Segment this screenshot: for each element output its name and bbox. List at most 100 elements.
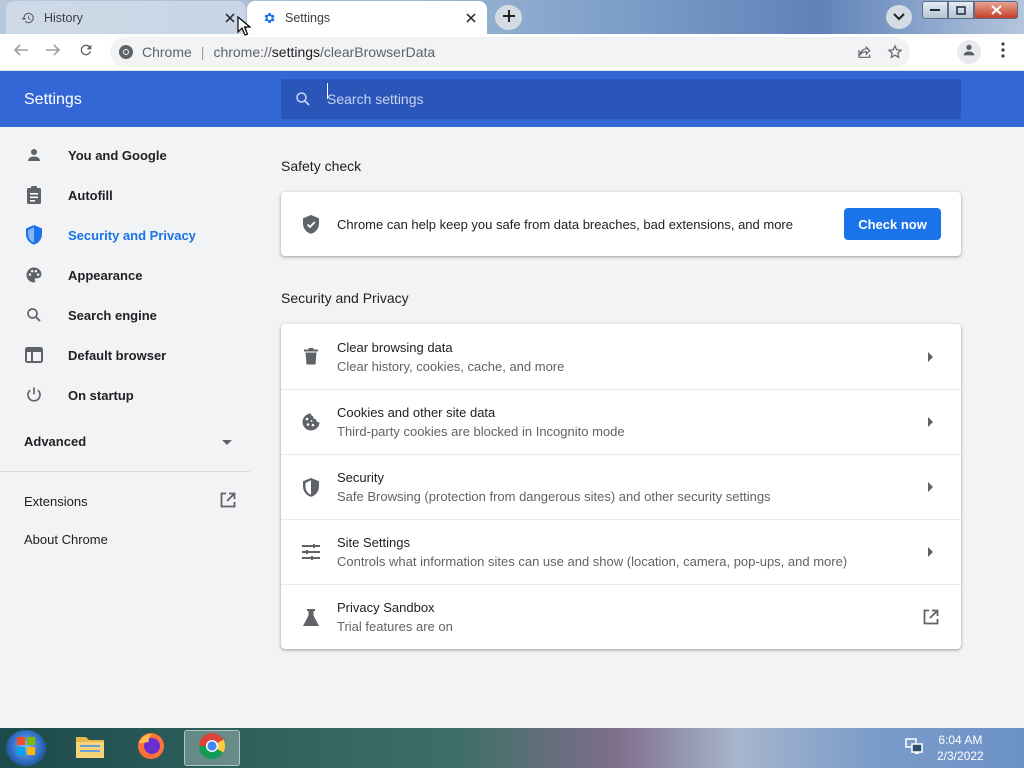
row-clear-browsing-data[interactable]: Clear browsing data Clear history, cooki… [281,324,961,389]
safety-check-text: Chrome can help keep you safe from data … [337,216,793,232]
row-cookies[interactable]: Cookies and other site data Third-party … [281,389,961,454]
sidebar-item-default-browser[interactable]: Default browser [0,335,250,375]
taskbar-chrome[interactable] [184,730,240,766]
kebab-icon [1001,41,1005,63]
system-tray: 6:04 AM 2/3/2022 [905,732,984,764]
section-title-safety-check: Safety check [281,158,362,174]
share-icon[interactable] [854,41,876,63]
search-input[interactable] [327,84,961,114]
arrow-left-icon [13,42,29,63]
new-tab-button[interactable] [495,5,522,30]
shield-icon [24,225,44,245]
page-title: Settings [24,91,82,108]
url-text: chrome://settings/clearBrowserData [213,44,435,60]
extensions-label: Extensions [24,494,88,509]
arrow-right-icon [45,42,61,63]
close-icon[interactable] [222,10,238,26]
minimize-button[interactable] [922,1,948,19]
row-security[interactable]: Security Safe Browsing (protection from … [281,454,961,519]
taskbar-firefox[interactable] [123,730,179,766]
url-path: /clearBrowserData [320,44,436,60]
maximize-button[interactable] [948,1,974,19]
close-icon[interactable] [463,10,479,26]
separator: | [200,44,205,60]
taskbar-file-explorer[interactable] [62,730,118,766]
address-bar[interactable]: Chrome | chrome://settings/clearBrowserD… [110,37,910,67]
sidebar-item-label: Default browser [68,347,167,363]
folder-icon [74,732,106,765]
advanced-label: Advanced [24,434,87,449]
start-button[interactable] [6,730,46,766]
sidebar-item-on-startup[interactable]: On startup [0,375,250,415]
flask-icon [301,608,321,626]
sidebar-item-extensions[interactable]: Extensions [24,492,236,511]
tab-search-button[interactable] [886,5,912,29]
check-now-button[interactable]: Check now [844,208,941,240]
cookie-icon [301,413,321,431]
power-icon [24,385,44,405]
menu-button[interactable] [991,40,1015,64]
row-privacy-sandbox[interactable]: Privacy Sandbox Trial features are on [281,584,961,649]
safety-check-row: Chrome can help keep you safe from data … [281,192,961,256]
bookmark-star-icon[interactable] [884,41,906,63]
open-in-new-icon [921,609,941,625]
back-button[interactable] [8,39,34,65]
reload-button[interactable] [73,39,99,65]
row-subtitle: Safe Browsing (protection from dangerous… [337,489,771,504]
sidebar-advanced[interactable]: Advanced [24,434,232,449]
url-prefix: chrome:// [213,44,272,60]
row-title: Security [337,470,384,485]
site-label: Chrome [142,44,192,60]
clock-time: 6:04 AM [938,733,983,747]
row-title: Privacy Sandbox [337,600,435,615]
sidebar-item-label: On startup [68,387,134,403]
row-body: Cookies and other site data Third-party … [337,405,921,439]
firefox-icon [136,731,166,766]
search-icon [293,89,313,109]
sidebar-item-label: Autofill [68,187,113,203]
windows-logo-icon [16,736,36,761]
arrow-right-icon [921,547,941,557]
tab-title: Settings [285,10,331,25]
clipboard-icon [24,185,44,205]
section-title-security-privacy: Security and Privacy [281,290,409,306]
sidebar-item-autofill[interactable]: Autofill [0,175,250,215]
shield-check-icon [301,214,321,234]
tab-settings[interactable]: Settings [247,1,487,34]
gear-icon [261,10,277,26]
person-icon [961,42,977,63]
taskbar-clock[interactable]: 6:04 AM 2/3/2022 [937,732,984,764]
sidebar-item-security-and-privacy[interactable]: Security and Privacy [0,215,250,255]
row-title: Clear browsing data [337,339,453,355]
search-icon [24,305,44,325]
network-icon[interactable] [905,737,923,759]
settings-sidebar: You and Google Autofill Security and Pri… [0,127,250,728]
clock-date: 2/3/2022 [937,749,984,763]
row-site-settings[interactable]: Site Settings Controls what information … [281,519,961,584]
sidebar-item-search-engine[interactable]: Search engine [0,295,250,335]
row-body: Clear browsing data Clear history, cooki… [337,340,921,374]
row-title: Cookies and other site data [337,405,496,420]
sidebar-item-label: You and Google [68,147,167,163]
mouse-cursor [237,16,251,36]
forward-button[interactable] [40,39,66,65]
row-body: Security Safe Browsing (protection from … [337,470,921,504]
window-controls [922,1,1018,20]
chevron-down-icon [893,8,905,26]
omnibox-actions [854,41,906,63]
row-subtitle: Controls what information sites can use … [337,554,848,569]
browser-icon [24,345,44,365]
shield-icon [301,477,321,497]
profile-button[interactable] [957,40,981,64]
sidebar-item-label: Security and Privacy [68,227,196,243]
sidebar-divider [0,471,250,472]
sidebar-item-about-chrome[interactable]: About Chrome [24,532,108,547]
window-close-button[interactable] [974,1,1018,19]
sidebar-item-you-and-google[interactable]: You and Google [0,135,250,175]
arrow-right-icon [921,417,941,427]
settings-search[interactable] [281,79,961,119]
chrome-icon [197,731,227,766]
sidebar-item-appearance[interactable]: Appearance [0,255,250,295]
tab-history[interactable]: History [6,1,246,34]
text-cursor [327,83,328,99]
